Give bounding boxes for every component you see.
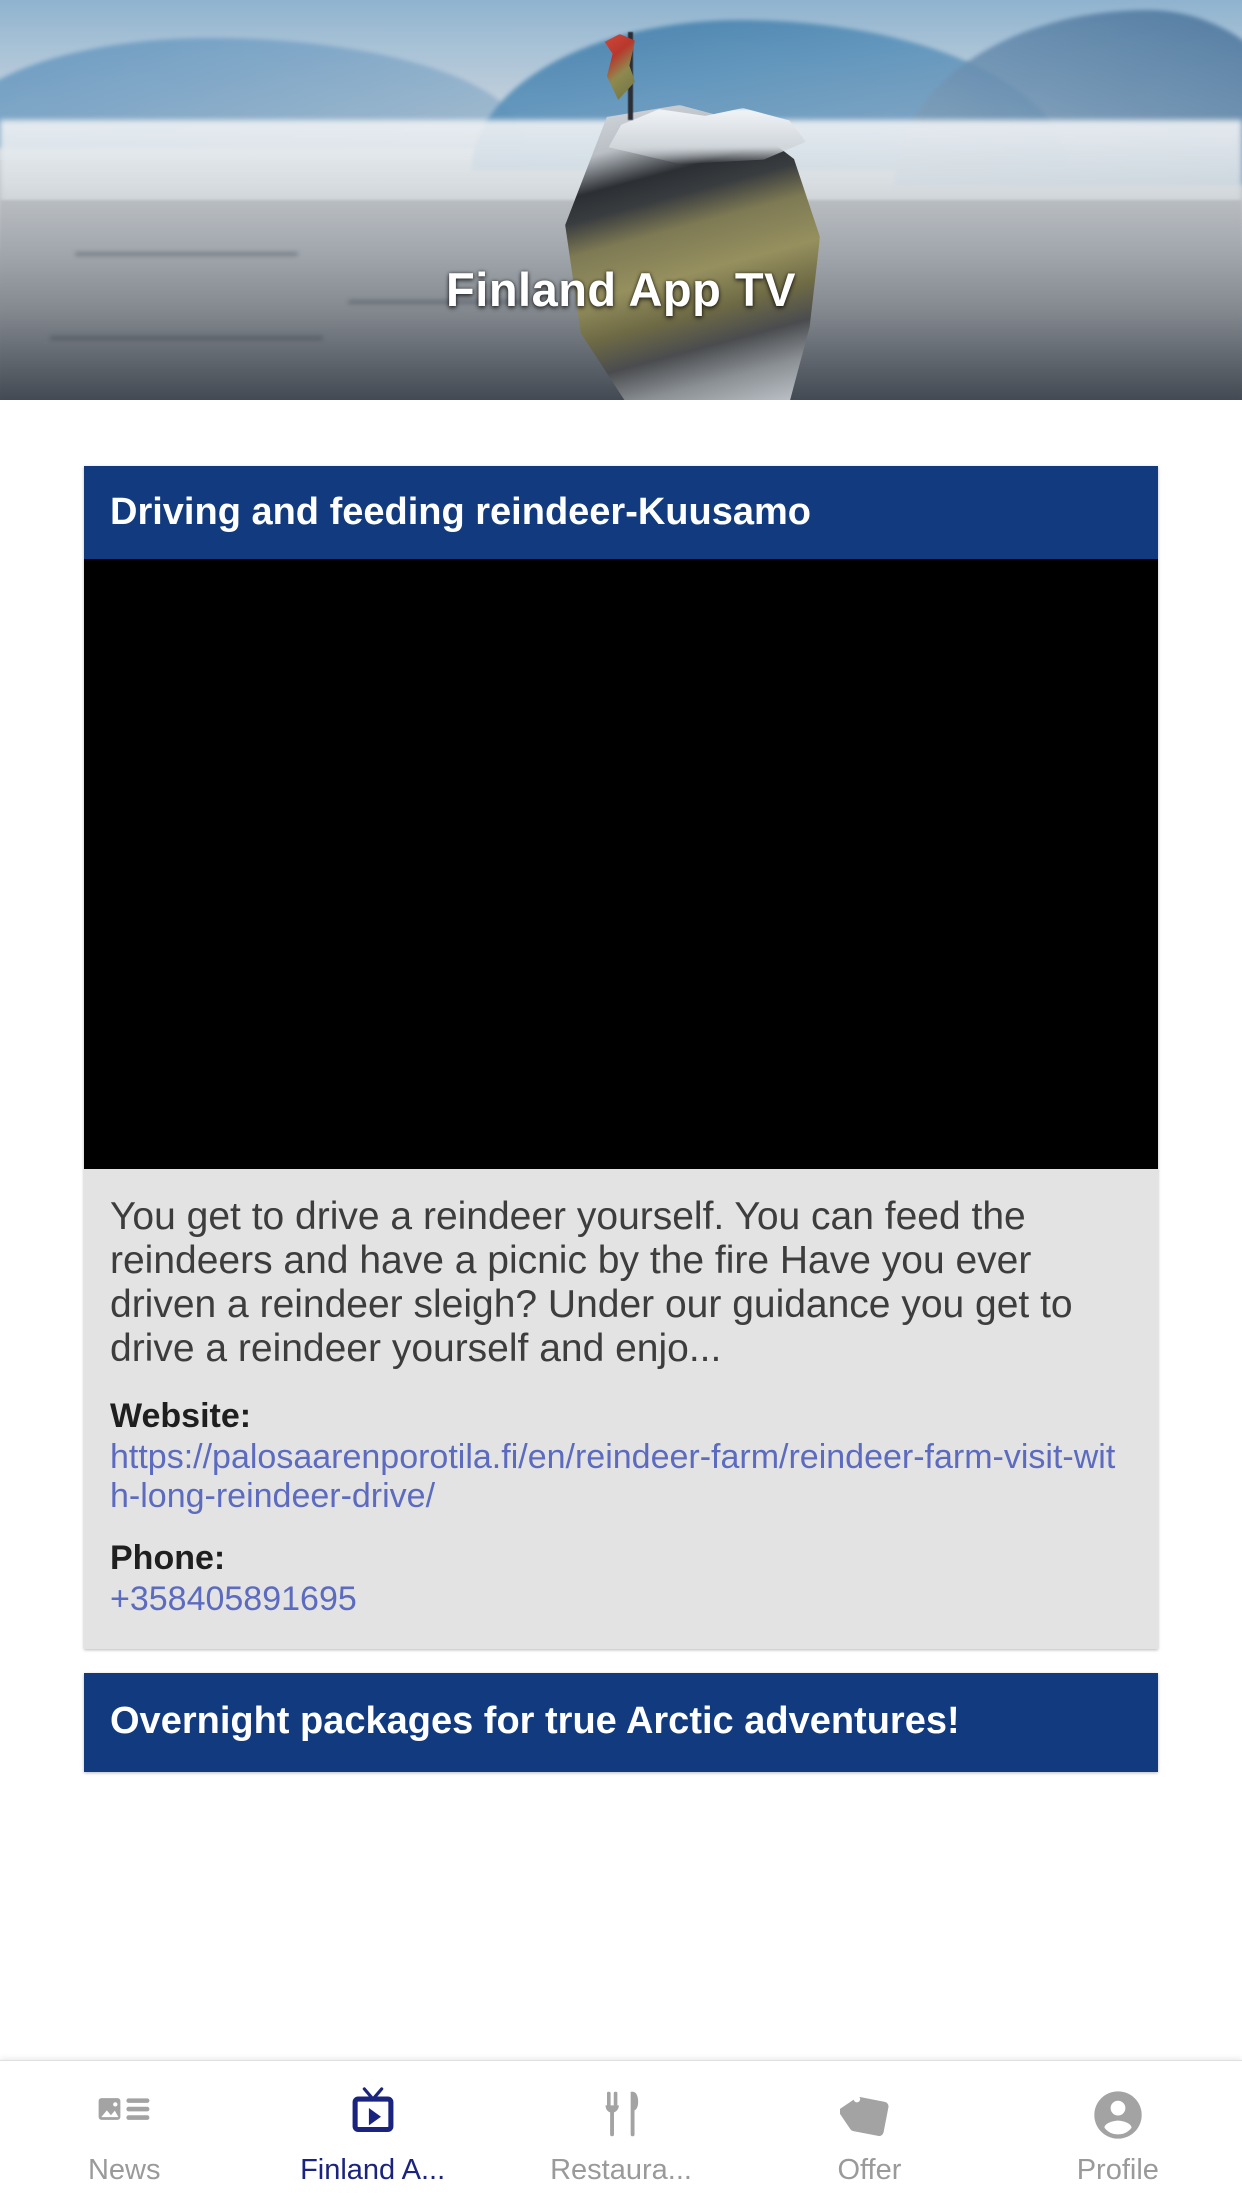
website-link[interactable]: https://palosaarenporotila.fi/en/reindee… (110, 1438, 1132, 1517)
content-scroll-area[interactable]: Driving and feeding reindeer-Kuusamo You… (0, 400, 1242, 2060)
listing-card-title: Driving and feeding reindeer-Kuusamo (84, 466, 1158, 559)
nav-label-finland-app-tv: Finland A... (300, 2156, 446, 2185)
listing-card-title: Overnight packages for true Arctic adven… (84, 1673, 1158, 1772)
tv-play-icon (342, 2084, 404, 2146)
news-icon (93, 2084, 155, 2146)
hero-texture-streak (49, 336, 323, 340)
offer-tag-icon (838, 2084, 900, 2146)
nav-label-restaurants: Restaura... (550, 2156, 692, 2185)
nav-item-restaurants[interactable]: Restaura... (497, 2061, 745, 2208)
listing-card[interactable]: Driving and feeding reindeer-Kuusamo You… (84, 466, 1158, 1650)
nav-item-finland-app-tv[interactable]: Finland A... (248, 2061, 496, 2208)
listing-card[interactable]: Overnight packages for true Arctic adven… (84, 1673, 1158, 1772)
nav-label-offer: Offer (837, 2156, 902, 2185)
page-title: Finland App TV (446, 263, 796, 316)
video-player[interactable] (84, 558, 1158, 1169)
listing-description: You get to drive a reindeer yourself. Yo… (110, 1194, 1073, 1370)
phone-label: Phone: (110, 1538, 226, 1577)
website-label: Website: (110, 1396, 252, 1435)
app-root: Finland App TV Driving and feeding reind… (0, 0, 1242, 2208)
nav-label-news: News (87, 2156, 161, 2185)
listing-card-body: You get to drive a reindeer yourself. Yo… (84, 1168, 1158, 1650)
bottom-navigation-bar: News Finland A... Restaura... Offer Prof… (0, 2060, 1242, 2208)
nav-item-offer[interactable]: Offer (745, 2061, 993, 2208)
nav-label-profile: Profile (1076, 2156, 1159, 2185)
hero-banner: Finland App TV (0, 0, 1242, 400)
nav-item-profile[interactable]: Profile (994, 2061, 1242, 2208)
nav-item-news[interactable]: News (0, 2061, 248, 2208)
restaurant-icon (590, 2084, 652, 2146)
phone-link[interactable]: +358405891695 (110, 1580, 1132, 1619)
profile-icon (1087, 2084, 1149, 2146)
hero-texture-streak (74, 252, 299, 256)
